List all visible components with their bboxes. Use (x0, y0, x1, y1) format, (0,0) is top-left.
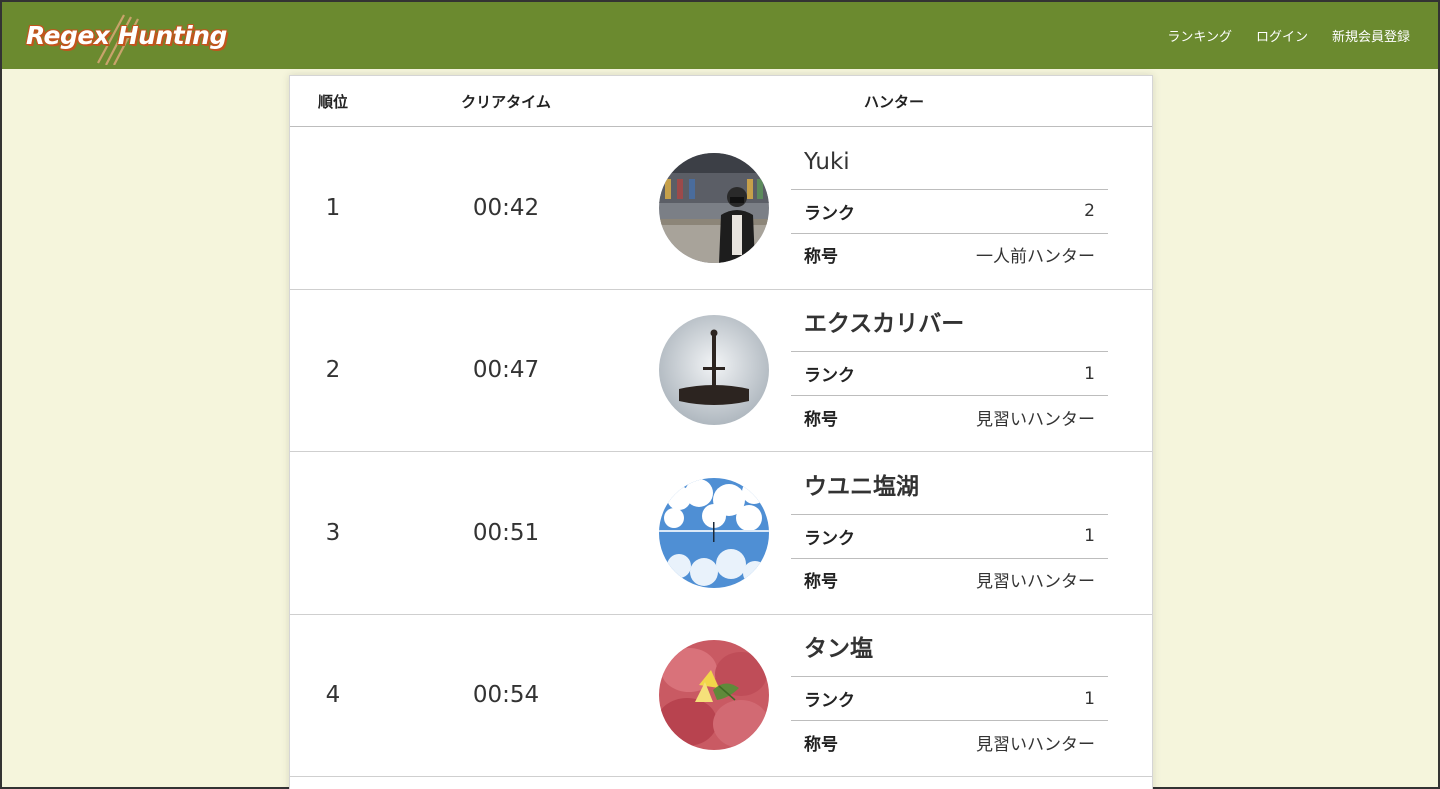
avatar-cell (636, 152, 791, 263)
hunter-name[interactable]: Yuki (791, 140, 1108, 190)
clear-time-value: 00:54 (472, 682, 540, 709)
hunter-rank-line: ランク 2 (791, 190, 1108, 233)
header-rank: 順位 (317, 92, 348, 111)
hunter-title-value: 見習いハンター (976, 572, 1095, 593)
nav-link-signup[interactable]: 新規会員登録 (1332, 26, 1410, 45)
clear-time-value: 00:47 (472, 357, 540, 384)
hunter-title-value: 一人前ハンター (976, 247, 1095, 268)
avatar-cell (636, 315, 791, 426)
header-hunter: ハンター (863, 92, 924, 111)
clear-time-value: 00:42 (472, 194, 540, 221)
avatar-cell (636, 477, 791, 588)
hunter-name[interactable]: ウユニ塩湖 (791, 465, 1108, 515)
site-logo[interactable]: Regex Hunting (26, 11, 236, 65)
hunter-title-value: 見習いハンター (976, 734, 1095, 755)
table-header: 順位 クリアタイム ハンター (290, 76, 1152, 127)
hunter-rank-line: ランク 1 (791, 352, 1108, 395)
table-row: 2 00:47 エクスカリバー ランク 1 称号 見習いハンター (290, 290, 1152, 452)
hunter-info: エクスカリバー ランク 1 称号 見習いハンター (791, 302, 1108, 438)
hunter-title-value: 見習いハンター (976, 409, 1095, 430)
rank-value: 2 (325, 357, 341, 384)
clear-time-value: 00:51 (472, 519, 540, 546)
rank-value: 3 (325, 519, 341, 546)
hunter-title-label: 称号 (804, 247, 838, 268)
hunter-rank-value: 1 (1084, 688, 1095, 709)
hunter-title-line: 称号 一人前ハンター (791, 232, 1108, 276)
hunter-title-line: 称号 見習いハンター (791, 720, 1108, 763)
hunter-info: タン塩 ランク 1 称号 見習いハンター (791, 627, 1108, 763)
hunter-title-label: 称号 (804, 734, 838, 755)
nav-link-login[interactable]: ログイン (1256, 26, 1308, 45)
hunter-rank-value: 1 (1084, 363, 1095, 384)
rank-value: 4 (325, 682, 341, 709)
hunter-name[interactable]: タン塩 (791, 627, 1108, 678)
table-row: 3 00:51 ウユニ塩湖 ランク 1 称号 見習いハンター (290, 452, 1152, 615)
table-row: 1 00:42 Yuki ランク 2 称号 一人前ハンター (290, 127, 1152, 290)
hunter-info: Yuki ランク 2 称号 一人前ハンター (791, 140, 1108, 276)
hunter-info: ウユニ塩湖 ランク 1 称号 見習いハンター (791, 465, 1108, 601)
table-row: 4 00:54 タン塩 ランク 1 称号 見習いハンター (290, 615, 1152, 777)
avatar-sword-icon[interactable] (658, 315, 769, 426)
ranking-table: 順位 クリアタイム ハンター 1 00:42 Yuki ランク 2 称号 一人前… (289, 75, 1153, 789)
hunter-rank-value: 2 (1084, 201, 1095, 222)
navbar: Regex Hunting ランキング ログイン 新規会員登録 (2, 2, 1438, 69)
hunter-rank-label: ランク (804, 691, 855, 712)
header-clear-time: クリアタイム (461, 92, 551, 111)
hunter-name[interactable]: エクスカリバー (791, 302, 1108, 353)
hunter-title-line: 称号 見習いハンター (791, 395, 1108, 438)
nav-links: ランキング ログイン 新規会員登録 (1167, 26, 1410, 45)
hunter-title-label: 称号 (804, 409, 838, 430)
avatar-sky-icon[interactable] (658, 477, 769, 588)
avatar-meat-icon[interactable] (658, 640, 769, 751)
hunter-title-label: 称号 (804, 572, 838, 593)
hunter-rank-line: ランク 1 (791, 677, 1108, 720)
hunter-rank-label: ランク (804, 366, 855, 387)
hunter-rank-line: ランク 1 (791, 515, 1108, 558)
hunter-title-line: 称号 見習いハンター (791, 557, 1108, 601)
hunter-rank-label: ランク (804, 203, 855, 224)
nav-link-ranking[interactable]: ランキング (1167, 26, 1232, 45)
avatar-cell (636, 640, 791, 751)
hunter-rank-label: ランク (804, 528, 855, 549)
logo-text: Regex Hunting (26, 21, 227, 50)
avatar-person-icon[interactable] (658, 152, 769, 263)
rank-value: 1 (325, 194, 341, 221)
hunter-rank-value: 1 (1084, 526, 1095, 547)
